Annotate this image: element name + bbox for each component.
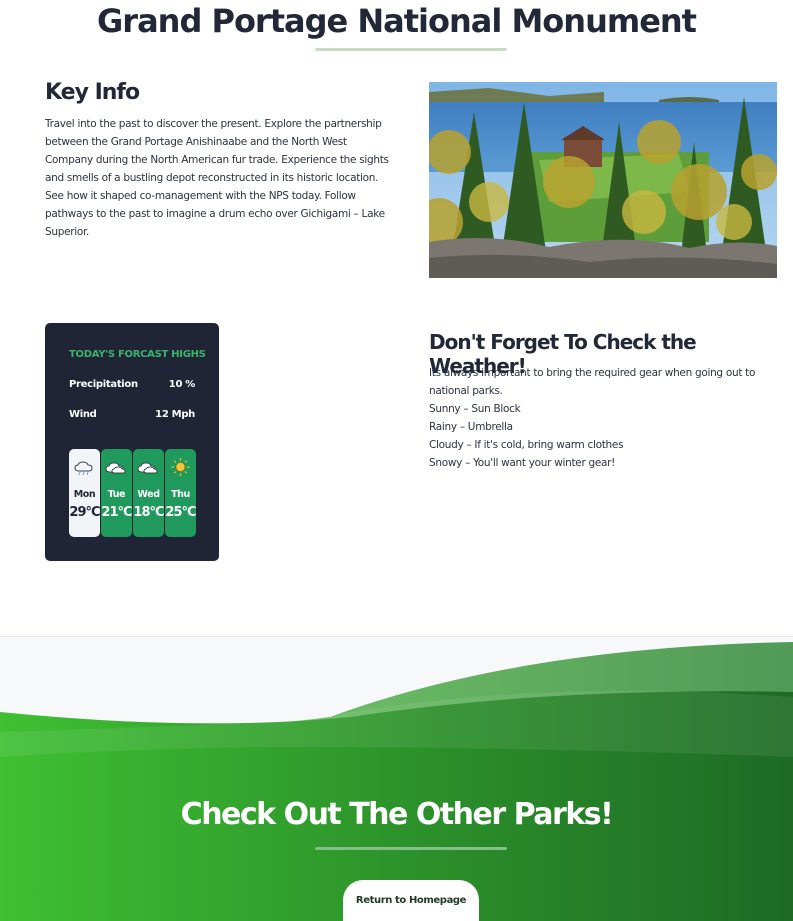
park-photo: [429, 82, 777, 278]
key-info-text: Travel into the past to discover the pre…: [45, 118, 389, 238]
day-name: Tue: [107, 489, 126, 500]
weather-tip-cloudy: Cloudy – If it's cold, bring warm clothe…: [429, 439, 624, 451]
weather-widget: TODAY'S FORCAST HIGHS Precipitation 10 %…: [45, 323, 219, 561]
day-name: Wed: [137, 489, 160, 500]
weather-tip-intro: Its always important to bring the requir…: [429, 367, 756, 397]
sun-icon: [171, 458, 190, 476]
footer-wave-background: [0, 642, 793, 921]
day-temp: 25°C: [165, 505, 196, 520]
day-name: Thu: [171, 489, 190, 500]
day-temp: 21°C: [101, 505, 132, 520]
day-card-thu[interactable]: Thu 25°C: [165, 449, 197, 537]
weather-tips: Its always important to bring the requir…: [429, 364, 759, 472]
weather-widget-title: TODAY'S FORCAST HIGHS: [69, 349, 206, 360]
day-card-mon[interactable]: Mon 29°C: [69, 449, 101, 537]
footer-section: Check Out The Other Parks! Return to Hom…: [0, 637, 793, 921]
page-title: Grand Portage National Monument: [97, 2, 697, 40]
footer-heading: Check Out The Other Parks!: [180, 797, 614, 832]
precipitation-value: 10 %: [168, 379, 196, 390]
day-card-wed[interactable]: Wed 18°C: [133, 449, 165, 537]
day-temp: 29°C: [69, 505, 100, 520]
weather-tip-rainy: Rainy – Umbrella: [429, 421, 513, 433]
cloud-icon: [105, 462, 126, 474]
key-info-heading: Key Info: [45, 80, 140, 105]
wind-label: Wind: [69, 409, 97, 420]
precipitation-label: Precipitation: [69, 379, 138, 390]
rain-cloud-icon: [74, 461, 93, 476]
cloud-icon: [137, 462, 158, 474]
wind-value: 12 Mph: [155, 409, 195, 420]
weather-tip-snowy: Snowy – You'll want your winter gear!: [429, 457, 616, 469]
weather-tip-sunny: Sunny – Sun Block: [429, 403, 521, 415]
day-temp: 18°C: [133, 505, 164, 520]
day-name: Mon: [73, 489, 96, 500]
return-home-button[interactable]: Return to Homepage: [343, 880, 479, 921]
title-divider: [315, 48, 507, 51]
day-card-tue[interactable]: Tue 21°C: [101, 449, 133, 537]
footer-divider-line: [315, 847, 507, 850]
